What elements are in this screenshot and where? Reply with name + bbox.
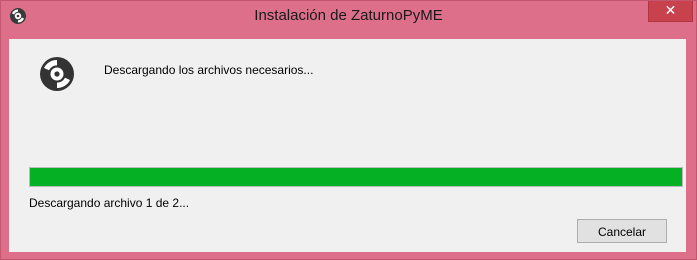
detail-message: Descargando archivo 1 de 2... <box>29 196 190 210</box>
cancel-button[interactable]: Cancelar <box>577 219 667 243</box>
window-title: Instalación de ZaturnoPyME <box>254 7 443 24</box>
download-progress-bar <box>29 167 683 187</box>
installer-window: Instalación de ZaturnoPyME ✕ Descargando… <box>0 0 697 260</box>
dialog-body: Descargando los archivos necesarios... D… <box>9 39 686 252</box>
title-bar[interactable]: Instalación de ZaturnoPyME ✕ <box>1 1 696 31</box>
progress-fill <box>30 168 682 186</box>
status-message: Descargando los archivos necesarios... <box>104 63 314 77</box>
close-button[interactable]: ✕ <box>648 1 693 22</box>
disc-icon <box>37 54 77 94</box>
